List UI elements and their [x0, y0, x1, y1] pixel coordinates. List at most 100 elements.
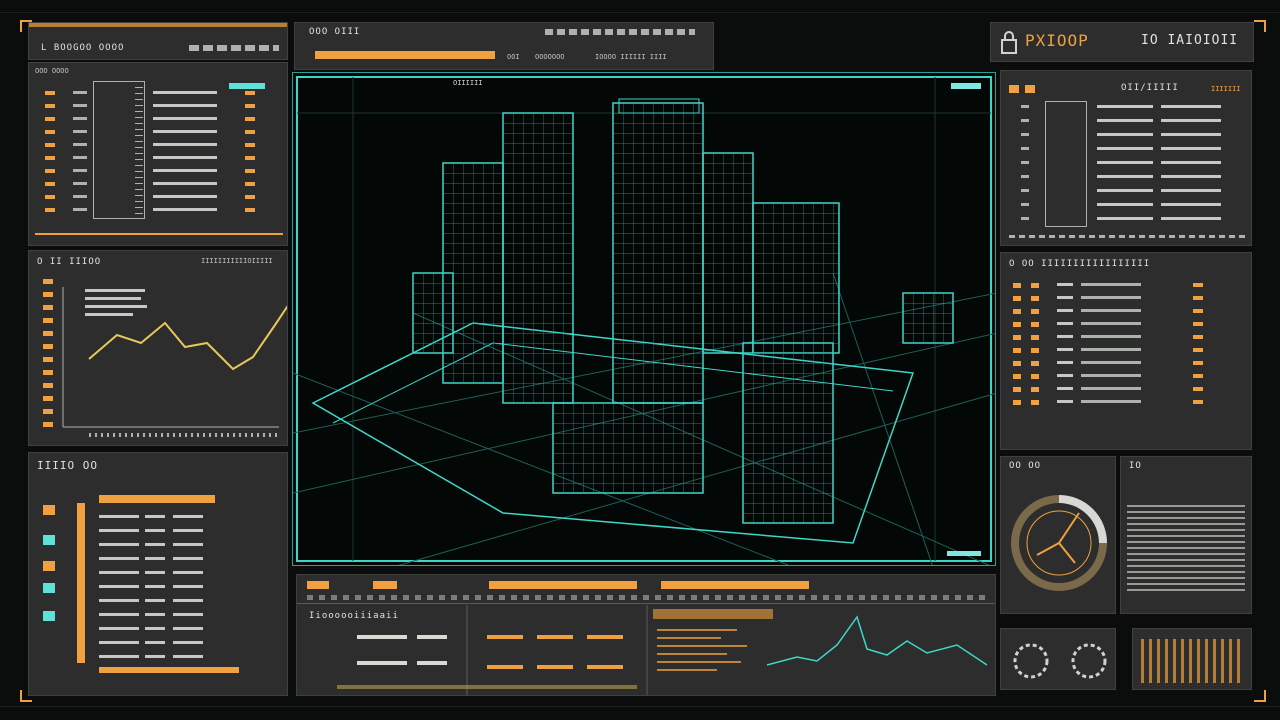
row-marker	[1031, 387, 1039, 392]
header-left-panel: L BOOGOO OOOO	[28, 22, 288, 60]
row-text	[1081, 387, 1141, 390]
right-top-title: OII/IIIII	[1121, 83, 1179, 93]
row-value	[1193, 283, 1203, 287]
row-text	[173, 655, 203, 658]
dial-gauge	[1011, 495, 1107, 591]
header-left-title: L BOOGOO OOOO	[41, 43, 125, 53]
row-text	[1081, 400, 1141, 403]
corner-bracket	[20, 20, 32, 32]
row-text	[1097, 133, 1153, 136]
row-marker	[1021, 147, 1029, 150]
row-marker	[1031, 361, 1039, 366]
right-top-panel: OII/IIIII IIIIIII	[1000, 70, 1252, 246]
row-marker	[1031, 283, 1039, 288]
row-text	[1097, 203, 1153, 206]
row-text	[153, 117, 217, 120]
row-text	[1161, 189, 1221, 192]
row-marker	[1013, 283, 1021, 288]
mini-bars-panel	[1132, 628, 1252, 690]
row-value	[1193, 309, 1203, 313]
row-text	[153, 169, 217, 172]
row-bar	[73, 143, 87, 146]
row-value	[245, 156, 255, 160]
row-text	[153, 156, 217, 159]
text-title: IO	[1129, 461, 1142, 471]
row-marker	[45, 182, 55, 186]
dials-panel	[1000, 628, 1116, 690]
line-chart	[62, 287, 287, 428]
corner-bracket	[1254, 690, 1266, 702]
row-text	[1081, 361, 1141, 364]
line-chart-panel: O II IIIOO IIIIIIIIIIIOIIIII	[28, 250, 288, 446]
row-text	[153, 208, 217, 211]
right-top-dots	[1009, 85, 1039, 93]
header-center-title: OOO OIII	[309, 27, 361, 37]
row-text	[99, 515, 139, 518]
bottom-top-bar-1	[307, 581, 329, 589]
row-text	[1097, 217, 1153, 220]
row-text	[153, 130, 217, 133]
row-value	[245, 182, 255, 186]
row-text	[1081, 348, 1141, 351]
row-marker	[1013, 296, 1021, 301]
row-text	[99, 613, 139, 616]
row-value	[1193, 322, 1203, 326]
gauge-panel: OO OO	[1000, 456, 1116, 614]
bottom-sparkline	[766, 615, 988, 666]
row-text	[1161, 105, 1221, 108]
viewport-3d[interactable]: OIIIIII	[292, 72, 996, 566]
row-marker	[1021, 161, 1029, 164]
row-text	[1057, 374, 1073, 377]
row-text	[1057, 322, 1073, 325]
corner-bracket	[20, 690, 32, 702]
row-text	[1057, 309, 1073, 312]
header-left-ticks	[189, 45, 279, 51]
row-text	[1161, 217, 1221, 220]
bottom-divider	[297, 603, 995, 604]
row-bar	[73, 169, 87, 172]
row-marker	[1031, 348, 1039, 353]
row-text	[99, 585, 139, 588]
row-marker	[1013, 400, 1021, 405]
row-text	[1057, 387, 1073, 390]
lock-icon	[999, 31, 1019, 59]
top-left-scale	[135, 81, 143, 217]
row-marker	[1031, 400, 1039, 405]
text-panel: IO	[1120, 456, 1252, 614]
row-marker	[1013, 309, 1021, 314]
row-marker	[1031, 322, 1039, 327]
wireframe-city	[293, 76, 995, 565]
small-dials	[1013, 643, 1107, 679]
row-text	[1097, 119, 1153, 122]
row-text	[1081, 283, 1141, 286]
row-bar	[73, 130, 87, 133]
row-text	[99, 655, 139, 658]
row-text	[1097, 105, 1153, 108]
list-bottom-bar	[99, 667, 239, 673]
row-text	[145, 627, 165, 630]
row-text	[1161, 203, 1221, 206]
row-text	[145, 557, 165, 560]
row-marker	[1013, 361, 1021, 366]
list-vertical-bar	[77, 503, 85, 663]
status-square	[43, 535, 55, 545]
right-top-right: IIIIIII	[1211, 85, 1241, 93]
row-text	[173, 557, 203, 560]
row-text	[173, 613, 203, 616]
row-marker	[1013, 322, 1021, 327]
row-text	[99, 529, 139, 532]
row-marker	[45, 169, 55, 173]
header-right-panel: PXIOOP IO IAIOIOII	[990, 22, 1254, 62]
row-marker	[1021, 189, 1029, 192]
row-text	[153, 104, 217, 107]
top-left-bottom-bar	[35, 233, 283, 235]
row-text	[1081, 322, 1141, 325]
row-value	[245, 195, 255, 199]
row-text	[99, 543, 139, 546]
row-text	[153, 195, 217, 198]
row-text	[1097, 175, 1153, 178]
row-marker	[1031, 335, 1039, 340]
row-marker	[1013, 387, 1021, 392]
row-text	[1081, 296, 1141, 299]
row-value	[245, 143, 255, 147]
